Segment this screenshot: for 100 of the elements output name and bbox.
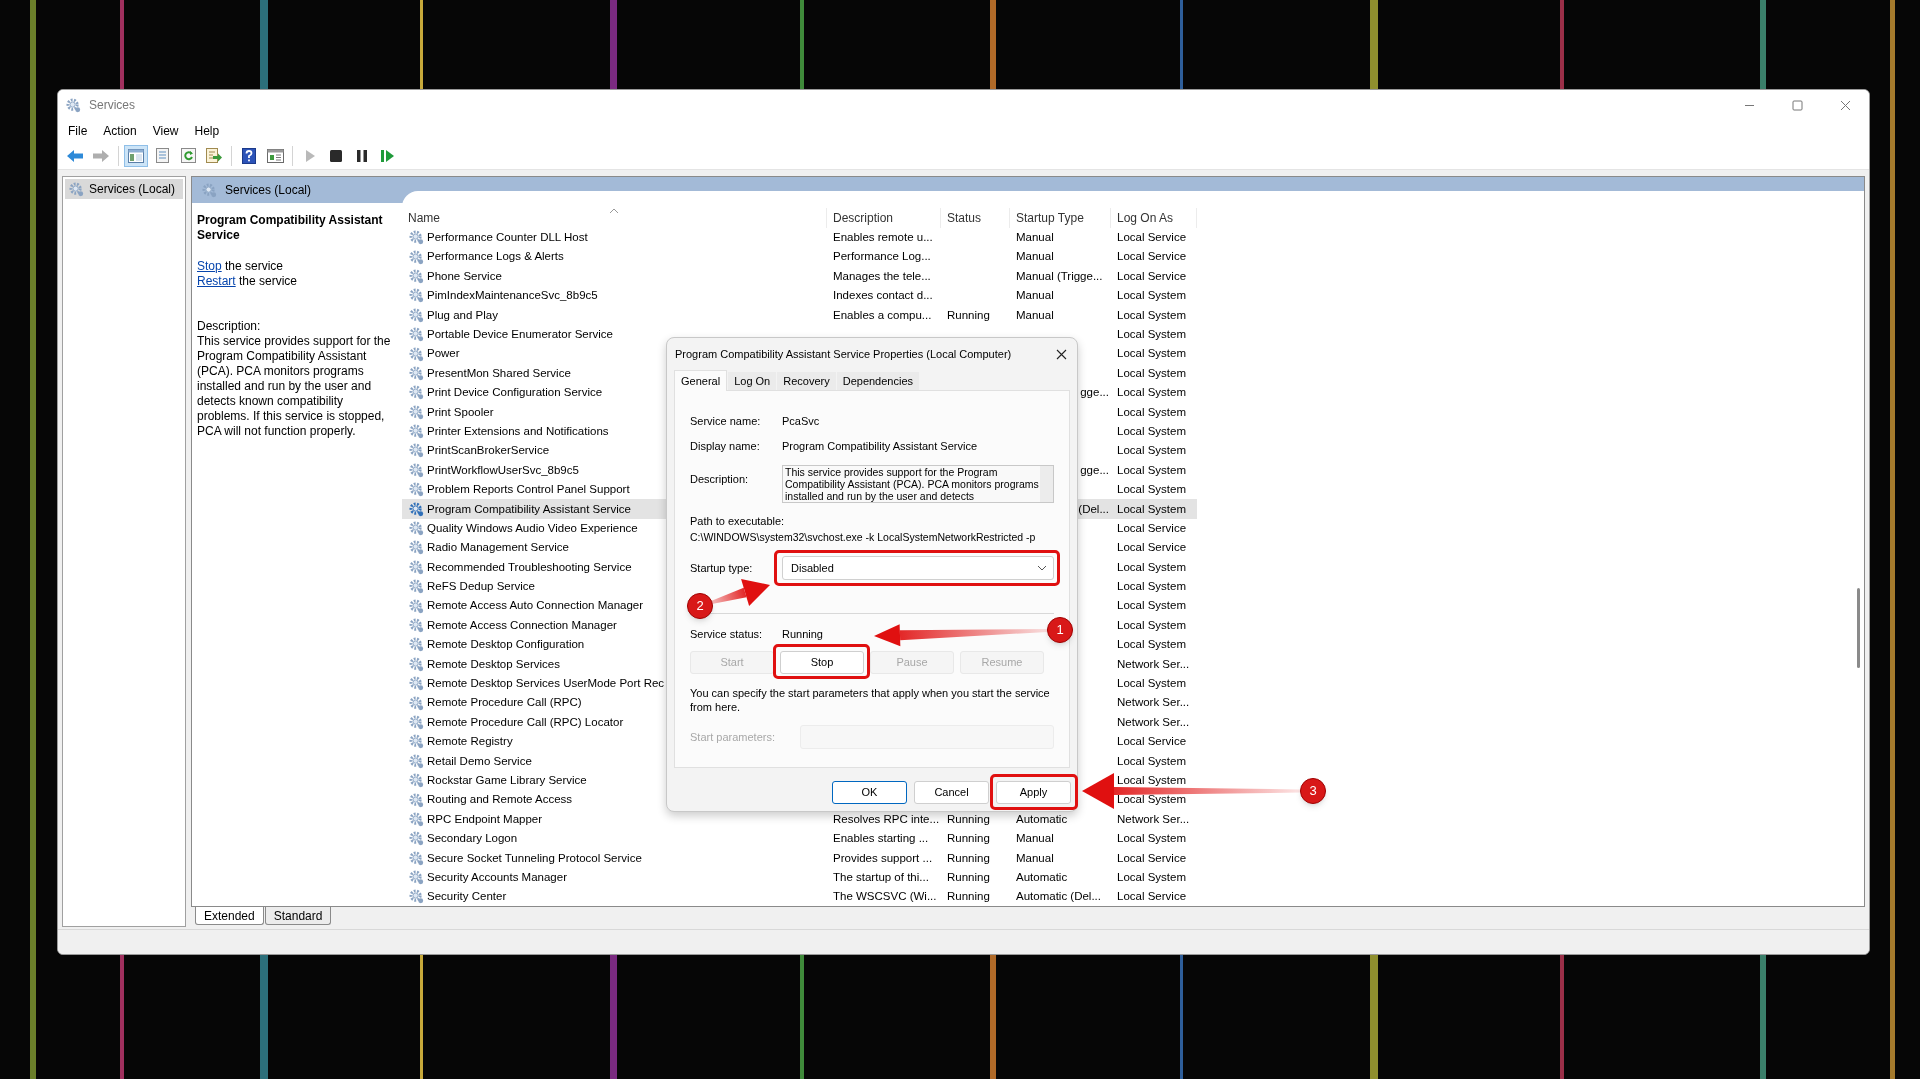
table-cell: Local System	[1117, 638, 1187, 651]
table-cell: Local System	[1117, 405, 1187, 418]
table-cell: Running	[947, 812, 990, 825]
table-cell: Local Service	[1117, 890, 1187, 903]
table-cell: Network Ser...	[1117, 657, 1190, 670]
field-value: Running	[782, 626, 823, 642]
service-name: Security Center	[427, 889, 507, 905]
table-cell: Local Service	[1117, 735, 1187, 748]
service-name: Rockstar Game Library Service	[427, 773, 587, 788]
field-label: Service name:	[690, 413, 762, 429]
service-name: Security Accounts Manager	[427, 869, 567, 885]
service-name: Performance Logs & Alerts	[427, 249, 564, 265]
service-name: Phone Service	[427, 268, 502, 284]
description-field: This service provides support for the Program Compatibility Assistant (PCA). PCA monitors programs installed and run by the user and detects	[782, 465, 1054, 503]
table-cell: Resolves RPC inte...	[833, 812, 940, 825]
service-name: Remote Desktop Services	[427, 656, 560, 672]
description-label: Description:	[197, 319, 262, 334]
table-cell: Manual	[1016, 289, 1054, 302]
table-cell: Local System	[1117, 599, 1187, 612]
dialog-title: Program Compatibility Assistant Service Properties (Local Computer)	[675, 346, 1013, 362]
table-cell: Local Service	[1117, 250, 1187, 263]
service-name: Remote Procedure Call (RPC)	[427, 695, 582, 711]
service-name: Portable Device Enumerator Service	[427, 327, 613, 342]
table-cell: Local System	[1117, 502, 1187, 515]
table-cell: Running	[947, 870, 990, 883]
action-line: Restart the service	[197, 274, 299, 289]
service-title: Program Compatibility Assistant Service	[197, 213, 384, 243]
service-name: RPC Endpoint Mapper	[427, 811, 543, 827]
table-cell: Local System	[1117, 774, 1187, 786]
table-cell: Local Service	[1117, 851, 1187, 864]
service-name: Print Spooler	[427, 404, 494, 420]
table-cell: Network Ser...	[1117, 715, 1190, 728]
table-cell: Automatic (Del...	[1016, 890, 1101, 903]
table-cell: Manual	[1016, 231, 1054, 244]
path-text: C:\WINDOWS\system32\svchost.exe -k LocalSystemNetworkRestricted -p	[690, 530, 1037, 544]
service-name: Recommended Troubleshooting Service	[427, 559, 632, 575]
service-name: Problem Reports Control Panel Support	[427, 482, 630, 498]
service-name: Secure Socket Tunneling Protocol Service	[427, 850, 642, 866]
field-label: Startup type:	[690, 560, 754, 576]
table-cell: Local System	[1117, 580, 1187, 593]
table-cell: Running	[947, 308, 990, 321]
table-cell: Local Service	[1117, 231, 1187, 244]
table-cell: Local System	[1117, 289, 1187, 302]
pane-title: Services (Local)	[225, 182, 312, 199]
service-name: Remote Access Auto Connection Manager	[427, 598, 644, 614]
field-label: Start parameters:	[690, 729, 776, 745]
table-cell-text: gge...	[1080, 462, 1109, 478]
table-cell-text: (Del...	[1078, 501, 1109, 517]
table-cell: Provides support ...	[833, 851, 933, 864]
table-cell: Performance Log...	[833, 250, 931, 263]
table-cell: The WSCSVC (Wi...	[833, 890, 937, 903]
table-cell: Local Service	[1117, 541, 1187, 554]
service-name: Retail Demo Service	[427, 753, 532, 769]
service-name: Remote Procedure Call (RPC) Locator	[427, 714, 624, 730]
table-cell: Running	[947, 890, 990, 903]
table-cell: Local System	[1117, 328, 1187, 340]
table-cell: Local System	[1117, 366, 1187, 379]
field-label: Description:	[690, 472, 750, 487]
service-name: Routing and Remote Access	[427, 792, 573, 808]
service-name: PresentMon Shared Service	[427, 365, 571, 381]
description-text: This service provides support for the Program Compatibility Assistant (PCA). PCA monitors programs installed and run by the user and detects known compatibility problems. If this service is stopped, PCA will not function properly.	[197, 334, 392, 439]
service-name: Remote Desktop Configuration	[427, 637, 585, 653]
table-cell: Local System	[1117, 483, 1187, 496]
table-cell: Local System	[1117, 560, 1187, 573]
table-cell: Local System	[1117, 386, 1187, 399]
service-name: Quality Windows Audio Video Experience	[427, 520, 638, 536]
service-name: Remote Access Connection Manager	[427, 617, 617, 633]
service-name: Secondary Logon	[427, 831, 518, 847]
table-cell: Local System	[1117, 618, 1187, 631]
field-value: PcaSvc	[782, 413, 820, 429]
table-cell: Network Ser...	[1117, 696, 1190, 709]
table-cell: Local System	[1117, 793, 1187, 806]
table-cell: Enables remote u...	[833, 231, 933, 244]
window-title: Services	[89, 97, 135, 114]
table-cell: Local System	[1117, 347, 1187, 360]
table-cell: Local System	[1117, 870, 1187, 883]
table-cell: Running	[947, 832, 990, 845]
hint-text: You can specify the start parameters that apply when you start the service from here.	[690, 686, 1051, 714]
service-name: PimIndexMaintenanceSvc_8b9c5	[427, 288, 598, 304]
table-cell: Local Service	[1117, 521, 1187, 534]
table-cell: Running	[947, 851, 990, 864]
table-cell: Manual (Trigge...	[1016, 269, 1103, 282]
table-cell: Manual	[1016, 250, 1054, 263]
table-cell: Local System	[1117, 463, 1187, 476]
service-name: Plug and Play	[427, 307, 498, 323]
service-name: Performance Counter DLL Host	[427, 230, 588, 246]
table-cell-text: gge...	[1080, 385, 1109, 401]
field-value: Program Compatibility Assistant Service	[782, 438, 977, 454]
table-cell: Local System	[1117, 677, 1187, 690]
table-cell: Local System	[1117, 754, 1187, 767]
service-name: Radio Management Service	[427, 540, 569, 556]
table-cell: Automatic	[1016, 870, 1068, 883]
service-name: Printer Extensions and Notifications	[427, 423, 609, 439]
table-cell: Manages the tele...	[833, 269, 931, 282]
table-cell: Local System	[1117, 832, 1187, 845]
service-name: Remote Registry	[427, 734, 513, 750]
service-name: Print Device Configuration Service	[427, 385, 603, 401]
table-cell: Manual	[1016, 832, 1054, 845]
table-cell: Automatic	[1016, 812, 1068, 825]
table-cell: Manual	[1016, 308, 1054, 321]
